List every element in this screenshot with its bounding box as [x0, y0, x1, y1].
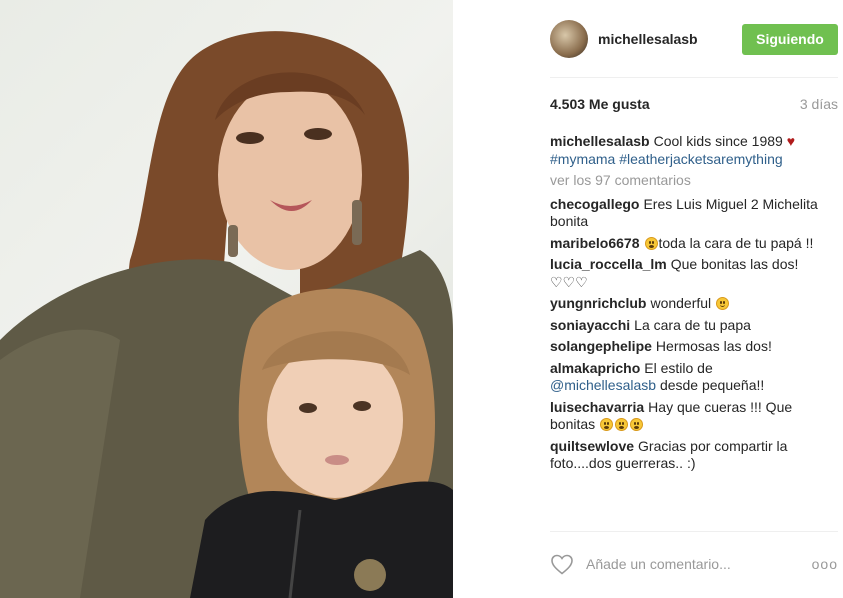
add-comment-input[interactable]	[584, 555, 793, 573]
comment-item: luisechavarria Hay que cueras !!! Que bon…	[550, 399, 828, 434]
comment-username[interactable]: luisechavarria	[550, 399, 644, 415]
post-photo[interactable]	[0, 0, 453, 598]
caption-text: Cool kids since 1989	[653, 133, 783, 149]
comment-text: La cara de tu papa	[634, 316, 751, 333]
view-all-comments-link[interactable]: ver los 97 comentarios	[550, 172, 828, 190]
comments-list: michellesalasb Cool kids since 1989 ♥ #my…	[550, 133, 828, 477]
caption-hashtags[interactable]: #mymama #leatherjacketsaremything	[550, 151, 783, 167]
comment-item: lucia_roccella_lm Que bonitas las dos! ♡♡…	[550, 256, 828, 291]
comment-username[interactable]: yungnrichclub	[550, 295, 646, 311]
comment-username[interactable]: checogallego	[550, 196, 639, 212]
post-sidebar: michellesalasb Siguiendo 4.503 Me gusta …	[453, 0, 843, 598]
comment-item: almakapricho El estilo de @michellesalasb…	[550, 360, 828, 395]
comment-mention[interactable]: @michellesalasb	[550, 377, 656, 393]
comment-item: solangephelipe Hermosas las dos!	[550, 338, 828, 356]
likes-count[interactable]: 4.503 Me gusta	[550, 96, 650, 112]
post-time[interactable]: 3 días	[800, 96, 838, 112]
caption-username[interactable]: michellesalasb	[550, 133, 650, 149]
surprised-face-icon	[630, 418, 644, 431]
avatar[interactable]	[550, 20, 588, 58]
photo-illustration	[0, 31, 453, 598]
surprised-face-icon	[600, 418, 614, 431]
comment-username[interactable]: maribelo6678	[550, 235, 640, 251]
heart-outline-icon[interactable]	[550, 553, 574, 575]
comment-item: soniayacchi La cara de tu papa	[550, 317, 828, 335]
header-username[interactable]: michellesalasb	[598, 31, 742, 47]
comment-text: toda la cara de tu papá !!	[658, 234, 814, 251]
more-options-icon[interactable]: ooo	[812, 556, 838, 572]
divider	[550, 531, 838, 532]
surprised-face-icon	[615, 418, 629, 431]
comment-username[interactable]: soniayacchi	[550, 317, 630, 333]
divider	[550, 77, 838, 78]
comment-text: Hermosas las dos!	[655, 338, 772, 354]
heart-emoji-icon: ♥	[786, 133, 796, 149]
smiley-face-icon	[716, 297, 730, 310]
caption: michellesalasb Cool kids since 1989 ♥ #my…	[550, 133, 828, 168]
comment-item: checogallego Eres Luis Miguel 2 Michelita…	[550, 196, 828, 231]
comment-username[interactable]: almakapricho	[550, 360, 640, 376]
comment-username[interactable]: lucia_roccella_lm	[550, 256, 667, 272]
comment-item: maribelo6678 toda la cara de tu papá !!	[550, 235, 828, 253]
surprised-face-icon	[644, 236, 658, 250]
post-header: michellesalasb Siguiendo	[550, 16, 838, 62]
following-button[interactable]: Siguiendo	[742, 23, 838, 55]
comment-text: wonderful	[650, 295, 712, 311]
comment-item: quiltsewlove Gracias por compartir la fot…	[550, 438, 828, 473]
likes-row: 4.503 Me gusta 3 días	[550, 96, 838, 112]
comment-username[interactable]: quiltsewlove	[550, 438, 634, 454]
instagram-post: michellesalasb Siguiendo 4.503 Me gusta …	[0, 0, 843, 598]
comment-bar: ooo	[550, 549, 838, 579]
comment-text: desde pequeña!!	[659, 377, 765, 393]
comment-item: yungnrichclub wonderful	[550, 295, 828, 313]
comment-text: El estilo de	[644, 359, 713, 376]
comment-username[interactable]: solangephelipe	[550, 338, 652, 354]
